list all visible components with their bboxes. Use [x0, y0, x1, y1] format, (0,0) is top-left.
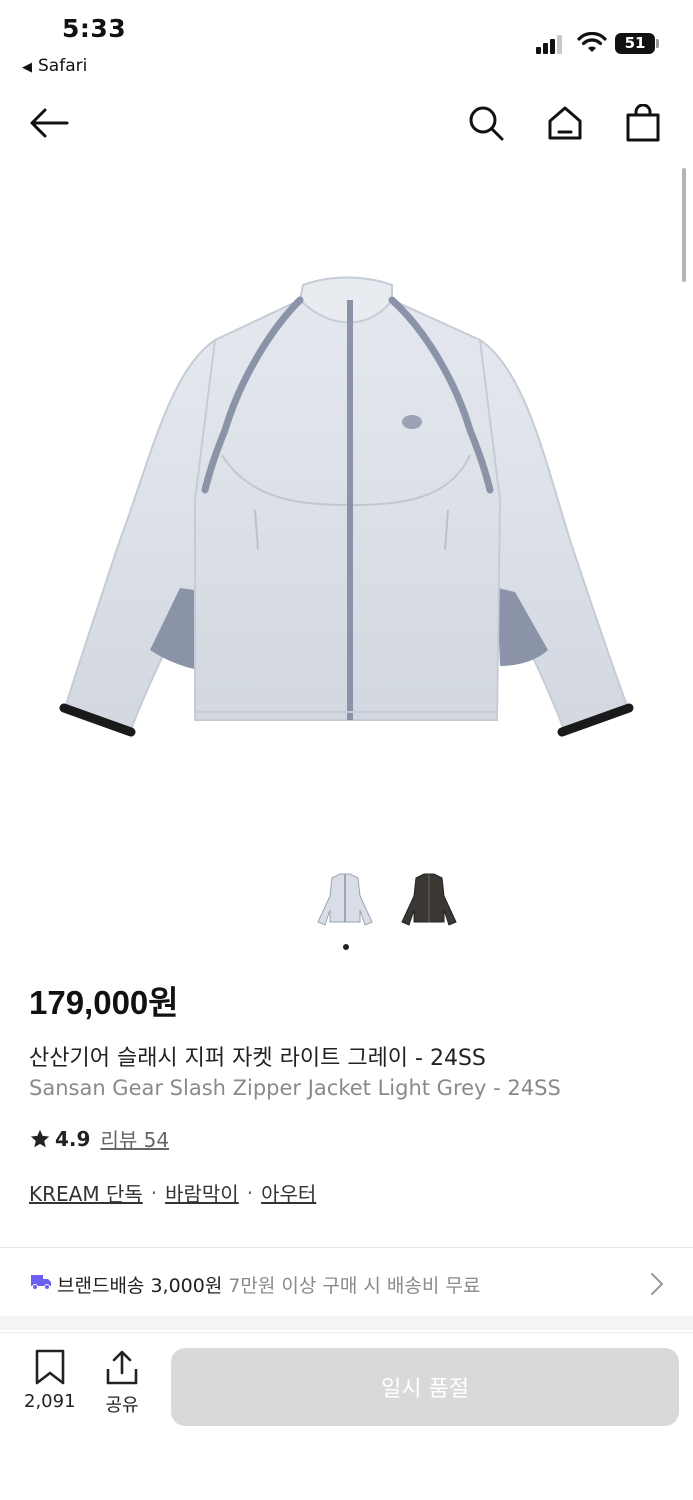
shipping-label: 브랜드배송 3,000원	[57, 1275, 223, 1297]
light-grey-jacket-thumbnail	[317, 873, 373, 926]
star-icon	[30, 1129, 50, 1147]
section-gap	[0, 1316, 693, 1330]
status-time: 5:33	[62, 14, 127, 43]
chevron-right-icon	[651, 1273, 663, 1295]
search-button[interactable]	[463, 100, 509, 146]
back-app-label: Safari	[38, 56, 88, 76]
soldout-button[interactable]: 일시 품절	[171, 1348, 679, 1426]
bookmark-icon	[35, 1349, 65, 1385]
search-icon	[469, 106, 504, 141]
carousel-indicator-dot	[343, 944, 349, 950]
home-button[interactable]	[542, 100, 588, 146]
share-button[interactable]: 공유	[104, 1349, 140, 1417]
battery-cap	[656, 39, 659, 48]
category-tags: KREAM 단독 · 바람막이 · 아우터	[29, 1178, 316, 1207]
shipping-info-row[interactable]: 브랜드배송 3,000원 7만원 이상 구매 시 배송비 무료	[0, 1252, 693, 1314]
product-image-carousel[interactable]	[0, 200, 693, 840]
battery-indicator: 51	[615, 33, 655, 54]
back-triangle-icon: ◀	[22, 60, 32, 75]
cellular-signal-icon	[536, 34, 566, 54]
rating-score: 4.9	[55, 1126, 91, 1151]
rating-row: 4.9 리뷰 54	[29, 1124, 169, 1153]
save-button[interactable]: 2,091	[24, 1349, 76, 1412]
save-count: 2,091	[24, 1391, 76, 1412]
jacket-image	[59, 276, 634, 737]
back-to-app-link[interactable]: ◀ Safari	[22, 56, 87, 76]
share-label: 공유	[105, 1395, 139, 1416]
home-icon	[548, 106, 582, 140]
share-icon	[106, 1350, 138, 1385]
shopping-bag-icon	[626, 104, 660, 142]
tag-kream-exclusive[interactable]: KREAM 단독	[29, 1178, 143, 1207]
wifi-icon	[577, 32, 607, 52]
tag-windbreaker[interactable]: 바람막이	[165, 1178, 239, 1207]
bottom-action-bar: 2,091 공유 일시 품절	[0, 1332, 693, 1500]
product-name-english: Sansan Gear Slash Zipper Jacket Light Gr…	[29, 1076, 561, 1100]
back-arrow-icon	[30, 108, 69, 138]
back-button[interactable]	[26, 100, 72, 146]
reviews-link[interactable]: 리뷰 54	[100, 1124, 169, 1153]
thumbnail-dark-brown[interactable]	[394, 866, 464, 936]
shipping-label-wrap: 브랜드배송 3,000원 7만원 이상 구매 시 배송비 무료	[57, 1271, 480, 1298]
product-price: 179,000원	[29, 984, 179, 1021]
tag-separator: ·	[246, 1180, 254, 1205]
shopping-bag-button[interactable]	[620, 100, 666, 146]
thumbnail-light-grey[interactable]	[310, 866, 380, 936]
top-navigation	[0, 90, 693, 156]
dark-brown-jacket-thumbnail	[401, 873, 457, 926]
delivery-truck-icon	[31, 1275, 51, 1290]
tag-separator: ·	[150, 1180, 158, 1205]
thumbnail-strip	[310, 866, 470, 936]
status-bar: 5:33 ◀ Safari 51	[0, 0, 693, 86]
tag-outerwear[interactable]: 아우터	[261, 1178, 316, 1207]
divider	[0, 1247, 693, 1248]
product-name-korean: 산산기어 슬래시 지퍼 자켓 라이트 그레이 - 24SS	[29, 1046, 486, 1071]
shipping-note: 7만원 이상 구매 시 배송비 무료	[228, 1275, 481, 1297]
